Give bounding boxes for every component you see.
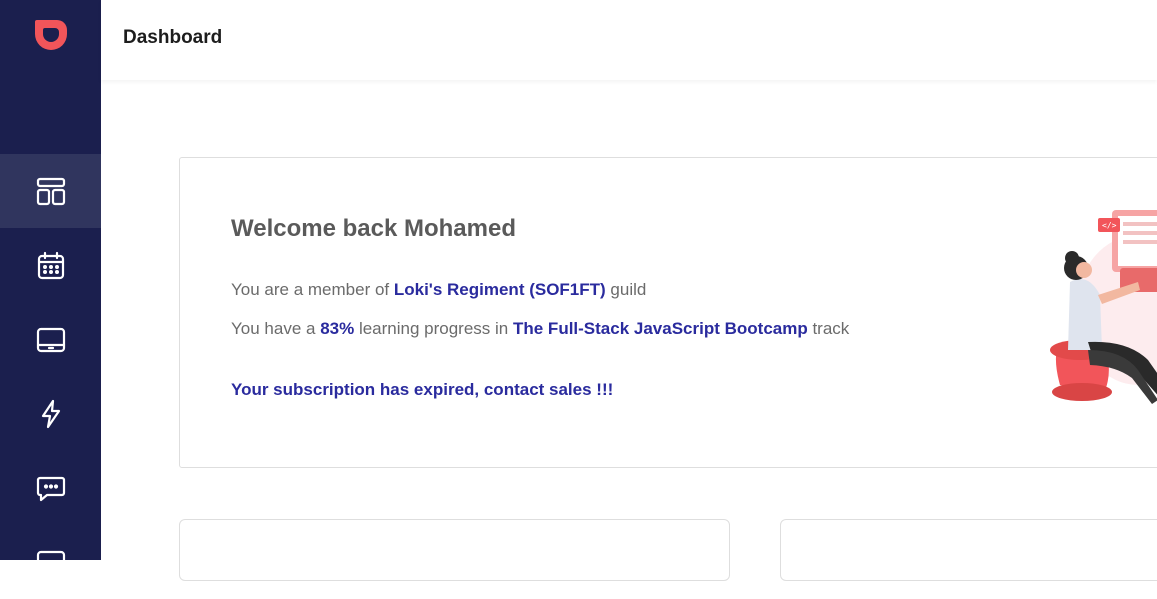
welcome-card: Welcome back Mohamed You are a member of… [179, 157, 1157, 468]
lightning-icon [41, 399, 60, 429]
sidebar [0, 0, 101, 572]
chat-icon [36, 476, 65, 502]
track-suffix-text: track [807, 319, 850, 338]
calendar-icon [37, 251, 64, 280]
track-name: The Full-Stack JavaScript Bootcamp [512, 319, 808, 338]
guild-suffix-text: guild [605, 280, 647, 299]
guild-prefix-text: You are a member of [231, 280, 394, 299]
progress-line: You have a 83% learning progress in The … [231, 319, 849, 339]
developer-illustration: </> [1050, 210, 1157, 404]
layout-icon [36, 177, 65, 206]
subscription-notice: Your subscription has expired, contact s… [231, 380, 614, 399]
stats-card-left [179, 519, 730, 581]
progress-prefix-text: You have a [231, 319, 321, 338]
progress-middle-text: learning progress in [354, 319, 513, 338]
sidebar-item-dashboard[interactable] [0, 154, 101, 228]
guild-name: Loki's Regiment (SOF1FT) [393, 280, 606, 299]
guild-line: You are a member of Loki's Regiment (SOF… [231, 280, 646, 300]
svg-text:</>: </> [1102, 221, 1117, 230]
sidebar-item-monitor[interactable] [0, 525, 101, 599]
monitor-icon [36, 550, 65, 572]
progress-value: 83% [320, 319, 355, 338]
sidebar-item-messages[interactable] [0, 451, 101, 525]
sidebar-item-tablet[interactable] [0, 303, 101, 377]
sidebar-item-lightning[interactable] [0, 377, 101, 451]
sidebar-item-calendar[interactable] [0, 229, 101, 303]
top-bar: Dashboard [101, 0, 1157, 80]
stats-card-right [780, 519, 1157, 581]
tablet-icon [36, 327, 65, 353]
page-title: Dashboard [123, 27, 223, 48]
logo-icon[interactable] [31, 14, 71, 54]
welcome-heading: Welcome back Mohamed [231, 215, 516, 242]
